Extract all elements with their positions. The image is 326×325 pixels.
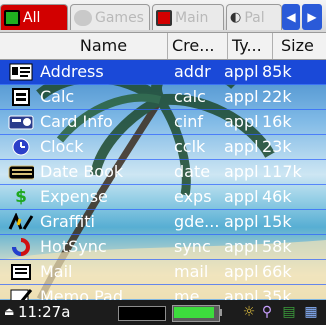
app-size: 117k (262, 162, 302, 181)
hotsync-icon (8, 237, 34, 256)
column-header-name[interactable]: Name (0, 33, 168, 59)
app-size: 58k (262, 237, 292, 256)
app-name: Memo Pad (40, 287, 123, 300)
arrow-right-icon: ▶ (307, 10, 317, 24)
app-creator: me... (174, 287, 215, 300)
status-bar: ⏏ 11:27a ☼ ⚲ ▤ ▦ (0, 300, 326, 325)
tab-scroll-left-button[interactable]: ◀ (282, 4, 300, 30)
app-size: 85k (262, 62, 292, 81)
list-item[interactable]: $ Expense exps appl 46k (0, 185, 326, 209)
tab-all[interactable]: All (0, 4, 68, 30)
sun-icon[interactable]: ☼ (240, 303, 258, 321)
calculator-icon (8, 87, 34, 106)
app-creator: gde... (174, 212, 220, 231)
app-size: 16k (262, 112, 292, 131)
app-type: appl (224, 112, 259, 131)
list-item[interactable]: HotSync sync appl 58k (0, 235, 326, 259)
list-item[interactable]: Card Info cinf appl 16k (0, 110, 326, 134)
app-type: appl (224, 237, 259, 256)
palm-category-icon: ◐ (230, 10, 242, 25)
app-creator: cinf (174, 112, 204, 131)
app-creator: mail (174, 262, 209, 281)
app-creator: calc (174, 87, 206, 106)
tab-games[interactable]: Games (70, 4, 150, 30)
address-card-icon (8, 62, 34, 81)
tab-main-label: Main (175, 9, 209, 26)
list-item[interactable]: Calc calc appl 22k (0, 85, 326, 109)
status-signal-box (118, 306, 166, 321)
eject-icon[interactable]: ⏏ (4, 305, 18, 319)
column-header-creator[interactable]: Cre... (168, 33, 228, 59)
app-type: appl (224, 87, 259, 106)
list-item[interactable]: Mail mail appl 66k (0, 260, 326, 284)
list-item[interactable]: Graffiti gde... appl 15k (0, 210, 326, 234)
tab-games-label: Games (95, 9, 144, 26)
app-name: Date Book (40, 162, 124, 181)
column-header-size[interactable]: Size (273, 33, 326, 59)
app-type: appl (224, 287, 259, 300)
list-header: Name Cre... Ty... Size (0, 33, 326, 60)
battery-level-fill (174, 307, 214, 318)
app-name: Address (40, 62, 104, 81)
tab-palm-label: Pal (244, 9, 265, 26)
app-type: appl (224, 187, 259, 206)
status-time[interactable]: 11:27a (18, 300, 70, 325)
app-name: Card Info (40, 112, 113, 131)
clock-icon (8, 137, 34, 156)
tab-main[interactable]: Main (152, 4, 224, 30)
launcher-screen: All Games Main ◐ Pal ◀ ▶ Name Cre... Ty.… (0, 0, 326, 325)
list-item[interactable]: Address addr appl 85k (0, 60, 326, 84)
list-item[interactable]: Clock cclk appl 23k (0, 135, 326, 159)
app-size: 66k (262, 262, 292, 281)
column-header-type[interactable]: Ty... (228, 33, 273, 59)
category-all-icon (4, 9, 20, 26)
card-info-icon (8, 112, 34, 131)
app-name: Expense (40, 187, 108, 206)
list-item[interactable]: Memo Pad me... appl 35k (0, 285, 326, 300)
app-type: appl (224, 62, 259, 81)
menu-icon[interactable]: ▤ (280, 303, 298, 321)
app-type: appl (224, 162, 259, 181)
app-creator: exps (174, 187, 212, 206)
app-size: 46k (262, 187, 292, 206)
date-book-icon (8, 162, 34, 181)
expense-dollar-icon: $ (15, 186, 27, 207)
app-size: 15k (262, 212, 292, 231)
battery-tip (219, 309, 222, 316)
app-creator: date (174, 162, 211, 181)
app-creator: cclk (174, 137, 206, 156)
app-creator: sync (174, 237, 211, 256)
app-name: Mail (40, 262, 73, 281)
games-category-icon (74, 9, 92, 26)
mail-icon (8, 262, 34, 281)
tab-all-label: All (23, 9, 41, 26)
app-name: Clock (40, 137, 84, 156)
app-size: 22k (262, 87, 292, 106)
main-category-icon (156, 9, 172, 26)
app-creator: addr (174, 62, 211, 81)
app-type: appl (224, 137, 259, 156)
memo-pad-icon (8, 287, 34, 300)
app-size: 35k (262, 287, 292, 300)
list-item[interactable]: Date Book date appl 117k (0, 160, 326, 184)
app-type: appl (224, 212, 259, 231)
graffiti-pen-icon (8, 212, 34, 231)
arrow-left-icon: ◀ (286, 10, 296, 24)
app-name: Graffiti (40, 212, 95, 231)
tab-scroll-right-button[interactable]: ▶ (302, 4, 322, 30)
category-tab-bar: All Games Main ◐ Pal ◀ ▶ (0, 0, 326, 33)
app-name: Calc (40, 87, 75, 106)
grid-icon[interactable]: ▦ (302, 303, 320, 321)
find-icon[interactable]: ⚲ (258, 303, 276, 321)
app-type: appl (224, 262, 259, 281)
app-size: 23k (262, 137, 292, 156)
tab-palm[interactable]: ◐ Pal (226, 4, 282, 30)
app-name: HotSync (40, 237, 107, 256)
